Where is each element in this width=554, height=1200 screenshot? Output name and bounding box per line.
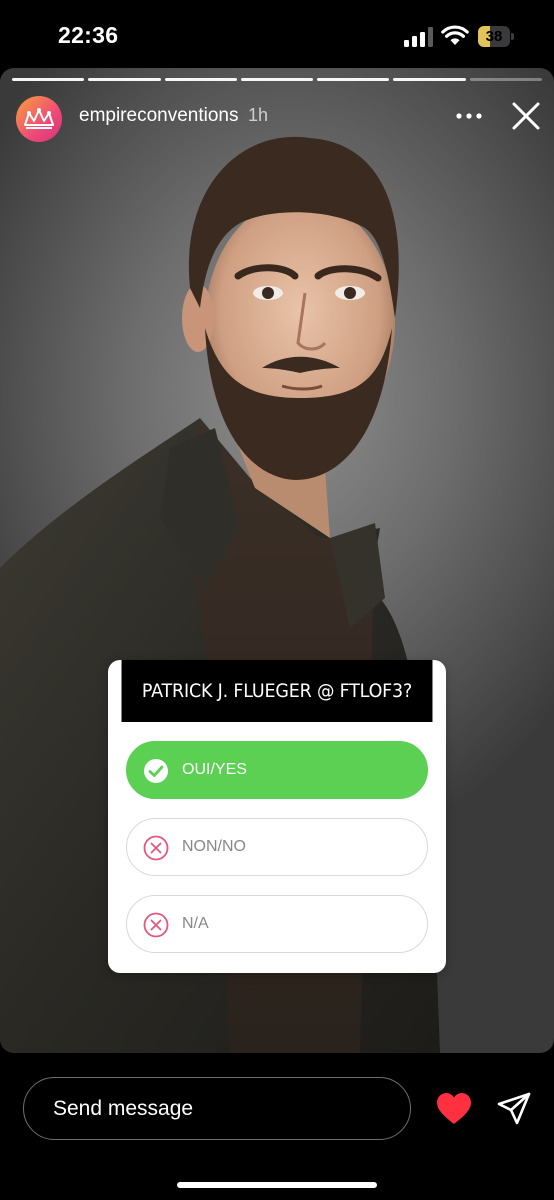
story-timestamp: 1h: [248, 105, 269, 125]
poll-option-yes[interactable]: OUI/YES: [126, 741, 428, 799]
progress-segment: [469, 78, 542, 81]
close-icon[interactable]: [510, 100, 542, 132]
status-bar: 22:36 38: [0, 0, 554, 68]
x-circle-icon: [143, 912, 169, 938]
check-circle-icon: [144, 759, 168, 783]
poll-option-label: OUI/YES: [182, 761, 247, 778]
more-horizontal-icon[interactable]: [454, 108, 484, 124]
progress-segment: [240, 78, 314, 81]
crown-logo-icon: [24, 108, 54, 129]
status-time: 22:36: [58, 22, 119, 48]
progress-segment: [317, 78, 390, 81]
poll-option-label: N/A: [182, 915, 209, 932]
poll-option-no[interactable]: NON/NO: [126, 818, 428, 876]
battery-icon: 38: [478, 26, 514, 47]
home-indicator: [177, 1182, 377, 1188]
poll-option-label: NON/NO: [182, 838, 246, 855]
poll-sticker: PATRICK J. FLUEGER @ FTLOF3? OUI/YES NON…: [108, 660, 446, 973]
account-username[interactable]: empireconventions: [79, 105, 238, 127]
progress-segment: [164, 78, 237, 81]
progress-segment: [88, 78, 161, 81]
story-header: empireconventions 1h: [16, 96, 542, 142]
poll-option-na[interactable]: N/A: [126, 895, 428, 953]
story-viewer[interactable]: empireconventions 1h PATRICK J. FLUEGER …: [0, 68, 554, 1053]
progress-segment: [12, 78, 85, 81]
progress-segment: [393, 78, 466, 81]
send-icon[interactable]: [497, 1092, 531, 1126]
heart-icon[interactable]: [436, 1092, 472, 1126]
send-message-input[interactable]: [23, 1077, 411, 1140]
cellular-signal-icon: [404, 27, 433, 47]
wifi-icon: [441, 25, 469, 45]
poll-question: PATRICK J. FLUEGER @ FTLOF3?: [121, 660, 433, 722]
account-avatar[interactable]: [16, 96, 62, 142]
story-progress-bar: [12, 78, 542, 81]
x-circle-icon: [143, 835, 169, 861]
battery-percentage: 38: [485, 28, 503, 45]
